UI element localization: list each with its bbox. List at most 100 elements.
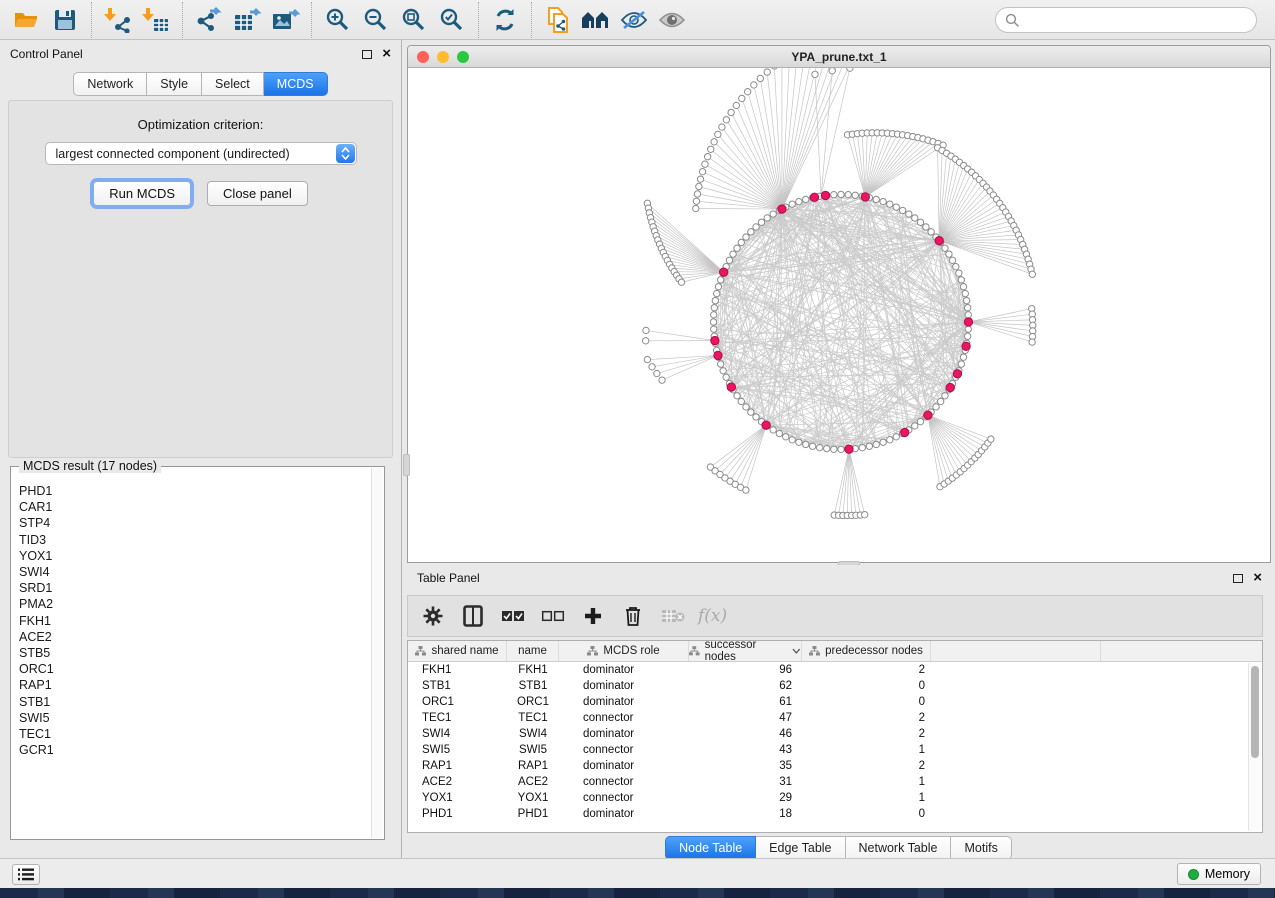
network-node[interactable]: [949, 257, 955, 263]
mcds-result-item[interactable]: SWI5: [19, 710, 370, 726]
mcds-result-item[interactable]: TEC1: [19, 726, 370, 742]
table-row[interactable]: FKH1FKH1dominator962: [408, 662, 1262, 678]
network-node[interactable]: [789, 437, 795, 443]
add-column-button[interactable]: [578, 601, 608, 631]
leaf-node[interactable]: [723, 117, 729, 123]
network-node[interactable]: [711, 326, 717, 332]
leaf-node[interactable]: [764, 69, 770, 75]
table-row[interactable]: TEC1TEC1connector472: [408, 710, 1262, 726]
import-network-button[interactable]: [99, 4, 137, 36]
mcds-node[interactable]: [935, 237, 943, 245]
network-node[interactable]: [965, 312, 971, 318]
network-node[interactable]: [712, 297, 718, 303]
first-neighbors-button[interactable]: [577, 4, 615, 36]
tab-network[interactable]: Network: [73, 72, 147, 96]
zoom-fit-button[interactable]: [395, 4, 433, 36]
search-box[interactable]: [995, 7, 1257, 33]
network-node[interactable]: [938, 398, 944, 404]
leaf-node[interactable]: [659, 377, 665, 383]
network-node[interactable]: [717, 361, 723, 367]
mcds-result-item[interactable]: TID3: [19, 532, 370, 548]
network-node[interactable]: [710, 319, 716, 325]
network-node[interactable]: [958, 361, 964, 367]
mcds-result-list[interactable]: PHD1CAR1STP4TID3YOX1SWI4SRD1PMA2FKH1ACE2…: [17, 471, 370, 837]
leaf-node[interactable]: [771, 68, 777, 69]
leaf-node[interactable]: [678, 279, 684, 285]
network-node[interactable]: [873, 196, 879, 202]
table-row[interactable]: ORC1ORC1dominator610: [408, 694, 1262, 710]
column-header-filler[interactable]: [931, 641, 1101, 661]
leaf-node[interactable]: [642, 338, 648, 344]
table-row[interactable]: SWI5SWI5connector431: [408, 742, 1262, 758]
tab-network-table[interactable]: Network Table: [846, 836, 952, 860]
mcds-node[interactable]: [962, 342, 970, 350]
mcds-node[interactable]: [861, 193, 869, 201]
network-node[interactable]: [831, 192, 837, 198]
function-builder-label[interactable]: f(x): [698, 606, 727, 626]
mcds-node[interactable]: [762, 421, 770, 429]
network-node[interactable]: [714, 290, 720, 296]
network-node[interactable]: [964, 333, 970, 339]
network-node[interactable]: [880, 439, 886, 445]
network-node[interactable]: [962, 290, 968, 296]
table-row[interactable]: ACE2ACE2connector311: [408, 774, 1262, 790]
network-node[interactable]: [715, 284, 721, 290]
refresh-layout-button[interactable]: [486, 4, 524, 36]
network-node[interactable]: [816, 444, 822, 450]
network-node[interactable]: [809, 443, 815, 449]
network-node[interactable]: [953, 264, 959, 270]
table-settings-button[interactable]: [418, 601, 448, 631]
leaf-node[interactable]: [643, 327, 649, 333]
leaf-node[interactable]: [644, 356, 650, 362]
network-node[interactable]: [743, 404, 749, 410]
import-table-button[interactable]: [137, 4, 175, 36]
network-node[interactable]: [789, 201, 795, 207]
table-scrollbar[interactable]: [1248, 663, 1261, 831]
network-node[interactable]: [880, 198, 886, 204]
network-node[interactable]: [964, 305, 970, 311]
mcds-node[interactable]: [946, 383, 954, 391]
select-all-columns-button[interactable]: [498, 601, 528, 631]
leaf-node[interactable]: [719, 124, 725, 130]
network-node[interactable]: [738, 398, 744, 404]
mcds-result-item[interactable]: ORC1: [19, 661, 370, 677]
network-node[interactable]: [711, 305, 717, 311]
leaf-node[interactable]: [728, 109, 734, 115]
network-node[interactable]: [956, 270, 962, 276]
leaf-node[interactable]: [649, 364, 655, 370]
mcds-node[interactable]: [810, 193, 818, 201]
mcds-result-item[interactable]: STB5: [19, 645, 370, 661]
network-node[interactable]: [928, 229, 934, 235]
network-node[interactable]: [899, 207, 905, 213]
close-panel-icon[interactable]: ×: [1253, 573, 1262, 583]
tab-select[interactable]: Select: [202, 72, 264, 96]
mcds-result-item[interactable]: ACE2: [19, 629, 370, 645]
leaf-node[interactable]: [744, 89, 750, 95]
mcds-node[interactable]: [719, 268, 727, 276]
leaf-node[interactable]: [988, 436, 994, 442]
delete-table-button[interactable]: [658, 601, 688, 631]
leaf-node[interactable]: [743, 487, 749, 493]
leaf-node[interactable]: [739, 95, 745, 101]
network-node[interactable]: [734, 245, 740, 251]
mcds-node[interactable]: [924, 411, 932, 419]
mcds-result-item[interactable]: RAP1: [19, 677, 370, 693]
mcds-node[interactable]: [778, 205, 786, 213]
leaf-node[interactable]: [699, 168, 705, 174]
column-header-successors[interactable]: successor nodes: [689, 641, 802, 661]
mcds-node[interactable]: [727, 383, 735, 391]
delete-column-button[interactable]: [618, 601, 648, 631]
mcds-result-item[interactable]: GCR1: [19, 742, 370, 758]
table-row[interactable]: YOX1YOX1connector291: [408, 790, 1262, 806]
leaf-node[interactable]: [751, 82, 757, 88]
network-node[interactable]: [960, 354, 966, 360]
leaf-node[interactable]: [812, 71, 818, 77]
network-node[interactable]: [720, 368, 726, 374]
network-node[interactable]: [942, 245, 948, 251]
close-panel-icon[interactable]: ×: [382, 49, 391, 59]
network-node[interactable]: [866, 443, 872, 449]
deselect-all-columns-button[interactable]: [538, 601, 568, 631]
network-node[interactable]: [783, 434, 789, 440]
network-node[interactable]: [958, 277, 964, 283]
network-node[interactable]: [965, 326, 971, 332]
